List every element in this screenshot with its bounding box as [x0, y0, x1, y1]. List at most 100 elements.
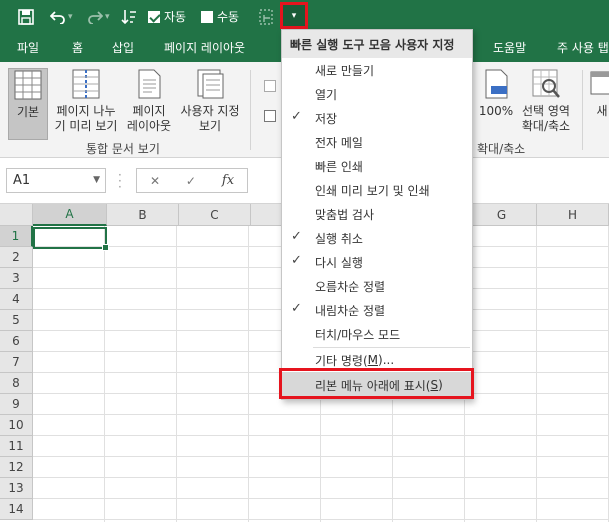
menu-item-touch-mouse-mode[interactable]: 터치/마우스 모드	[282, 322, 472, 346]
ruler-checkbox[interactable]	[264, 80, 276, 92]
zoom-to-selection-label-1: 선택 영역	[522, 104, 570, 118]
menu-item-sort-descending[interactable]: ✓ 내림차순 정렬	[282, 298, 472, 322]
show-below-highlight-box	[279, 368, 474, 399]
normal-view-button[interactable]: 기본	[8, 68, 48, 140]
cancel-icon[interactable]: ✕	[150, 174, 160, 188]
checkmark-icon: ✓	[291, 301, 302, 316]
column-header[interactable]: C	[179, 204, 251, 226]
row-header[interactable]: 12	[0, 457, 33, 478]
redo-icon[interactable]	[87, 0, 103, 33]
page-layout-view-label-1: 페이지	[132, 104, 166, 118]
customize-qat-dropdown-button[interactable]: ▾	[280, 2, 308, 29]
page-break-preview-label-2: 기 미리 보기	[54, 119, 118, 133]
menu-item-email[interactable]: 전자 메일	[282, 130, 472, 154]
row-header[interactable]: 4	[0, 289, 33, 310]
column-header[interactable]: B	[107, 204, 179, 226]
redo-dropdown-icon[interactable]: ▾	[105, 0, 110, 33]
row-header[interactable]: 1	[0, 226, 33, 247]
column-header[interactable]: G	[467, 204, 537, 226]
row-header[interactable]: 3	[0, 268, 33, 289]
active-cell-a1[interactable]	[33, 227, 109, 251]
menu-item-print-preview[interactable]: 인쇄 미리 보기 및 인쇄	[282, 178, 472, 202]
custom-views-label-2: 보기	[198, 119, 222, 133]
more-commands-text: 기타 명령(	[315, 353, 368, 368]
row-header[interactable]: 8	[0, 373, 33, 394]
ribbon-separator	[582, 70, 583, 150]
tab-help[interactable]: 도움말	[493, 33, 526, 62]
menu-item-quick-print[interactable]: 빠른 인쇄	[282, 154, 472, 178]
menu-item-spelling[interactable]: 맞춤법 검사	[282, 202, 472, 226]
normal-view-icon	[14, 70, 42, 100]
menu-item-save[interactable]: ✓ 저장	[282, 106, 472, 130]
checkmark-icon: ✓	[291, 253, 302, 268]
row-header[interactable]: 7	[0, 352, 33, 373]
gridlines-checkbox[interactable]	[264, 110, 276, 122]
custom-views-icon	[197, 69, 224, 99]
undo-icon[interactable]	[50, 0, 66, 33]
menu-item-new[interactable]: 새로 만들기	[282, 58, 472, 82]
menu-item-label: 새로 만들기	[315, 63, 375, 78]
row-header[interactable]: 9	[0, 394, 33, 415]
row-header[interactable]: 2	[0, 247, 33, 268]
checkmark-icon: ✓	[291, 109, 302, 124]
column-header[interactable]: H	[537, 204, 609, 226]
new-window-label: 새	[596, 104, 608, 118]
enter-icon[interactable]: ✓	[186, 174, 196, 188]
row-header[interactable]: 10	[0, 415, 33, 436]
save-icon[interactable]	[17, 0, 35, 33]
page-layout-view-button[interactable]: 페이지 레이아웃	[123, 68, 175, 140]
name-box[interactable]: A1 ▼	[6, 168, 106, 193]
manual-checkbox[interactable]	[201, 10, 213, 23]
tab-frequently-used[interactable]: 주 사용 탭	[557, 33, 609, 62]
row-header[interactable]: 6	[0, 331, 33, 352]
menu-item-label: 인쇄 미리 보기 및 인쇄	[315, 183, 430, 198]
manual-toggle[interactable]: 수동	[201, 0, 239, 33]
menu-item-label: 열기	[315, 87, 338, 102]
menu-item-label: 맞춤법 검사	[315, 207, 375, 222]
formula-buttons: ✕ ✓ fx	[136, 168, 248, 193]
workbook-views-group-label: 통합 문서 보기	[86, 142, 160, 156]
sort-descending-icon[interactable]	[121, 0, 137, 33]
tab-home[interactable]: 홈	[72, 33, 83, 62]
menu-item-undo[interactable]: ✓ 실행 취소	[282, 226, 472, 250]
column-header[interactable]: A	[33, 204, 107, 226]
insert-function-icon[interactable]: fx	[222, 173, 234, 188]
checkmark-icon: ✓	[291, 229, 302, 244]
menu-item-label: 빠른 인쇄	[315, 159, 363, 174]
ribbon-separator	[250, 70, 251, 150]
tab-file[interactable]: 파일	[17, 33, 39, 62]
more-commands-tail: )...	[378, 353, 395, 367]
menu-item-label: 내림차순 정렬	[315, 303, 386, 318]
row-header[interactable]: 11	[0, 436, 33, 457]
menu-item-label: 오름차순 정렬	[315, 279, 386, 294]
select-all-corner[interactable]	[0, 204, 33, 226]
menu-item-redo[interactable]: ✓ 다시 실행	[282, 250, 472, 274]
more-icon[interactable]: · · ·	[118, 169, 122, 193]
tab-page-layout[interactable]: 페이지 레이아웃	[164, 33, 245, 62]
chevron-down-icon[interactable]: ▼	[93, 169, 100, 192]
custom-views-label-1: 사용자 지정	[180, 104, 240, 118]
tab-insert[interactable]: 삽입	[112, 33, 134, 62]
customize-qat-menu: 빠른 실행 도구 모음 사용자 지정 새로 만들기 열기 ✓ 저장 전자 메일 …	[281, 29, 473, 400]
new-window-button[interactable]: 새	[590, 68, 609, 140]
page-layout-view-label-2: 레이아웃	[126, 119, 172, 133]
menu-item-label: 실행 취소	[315, 231, 363, 246]
menu-item-label: 다시 실행	[315, 255, 363, 270]
autosave-toggle[interactable]: 자동	[148, 0, 186, 33]
custom-views-button[interactable]: 사용자 지정 보기	[176, 68, 244, 140]
page-break-preview-button[interactable]: 페이지 나누 기 미리 보기	[52, 68, 120, 140]
row-header[interactable]: 13	[0, 478, 33, 499]
row-header[interactable]: 5	[0, 310, 33, 331]
autosave-checkbox[interactable]	[148, 10, 160, 23]
page-layout-view-icon	[138, 69, 161, 99]
menu-item-label: 전자 메일	[315, 135, 363, 150]
menu-item-label: 저장	[315, 111, 338, 126]
undo-dropdown-icon[interactable]: ▾	[68, 0, 73, 33]
row-header[interactable]: 14	[0, 499, 33, 520]
menu-item-open[interactable]: 열기	[282, 82, 472, 106]
touch-mode-icon[interactable]	[258, 0, 274, 33]
more-commands-accesskey: M	[367, 353, 379, 367]
menu-item-sort-ascending[interactable]: 오름차순 정렬	[282, 274, 472, 298]
zoom-to-selection-button[interactable]: 선택 영역 확대/축소	[518, 68, 574, 140]
zoom-100-button[interactable]: 100%	[476, 68, 516, 140]
